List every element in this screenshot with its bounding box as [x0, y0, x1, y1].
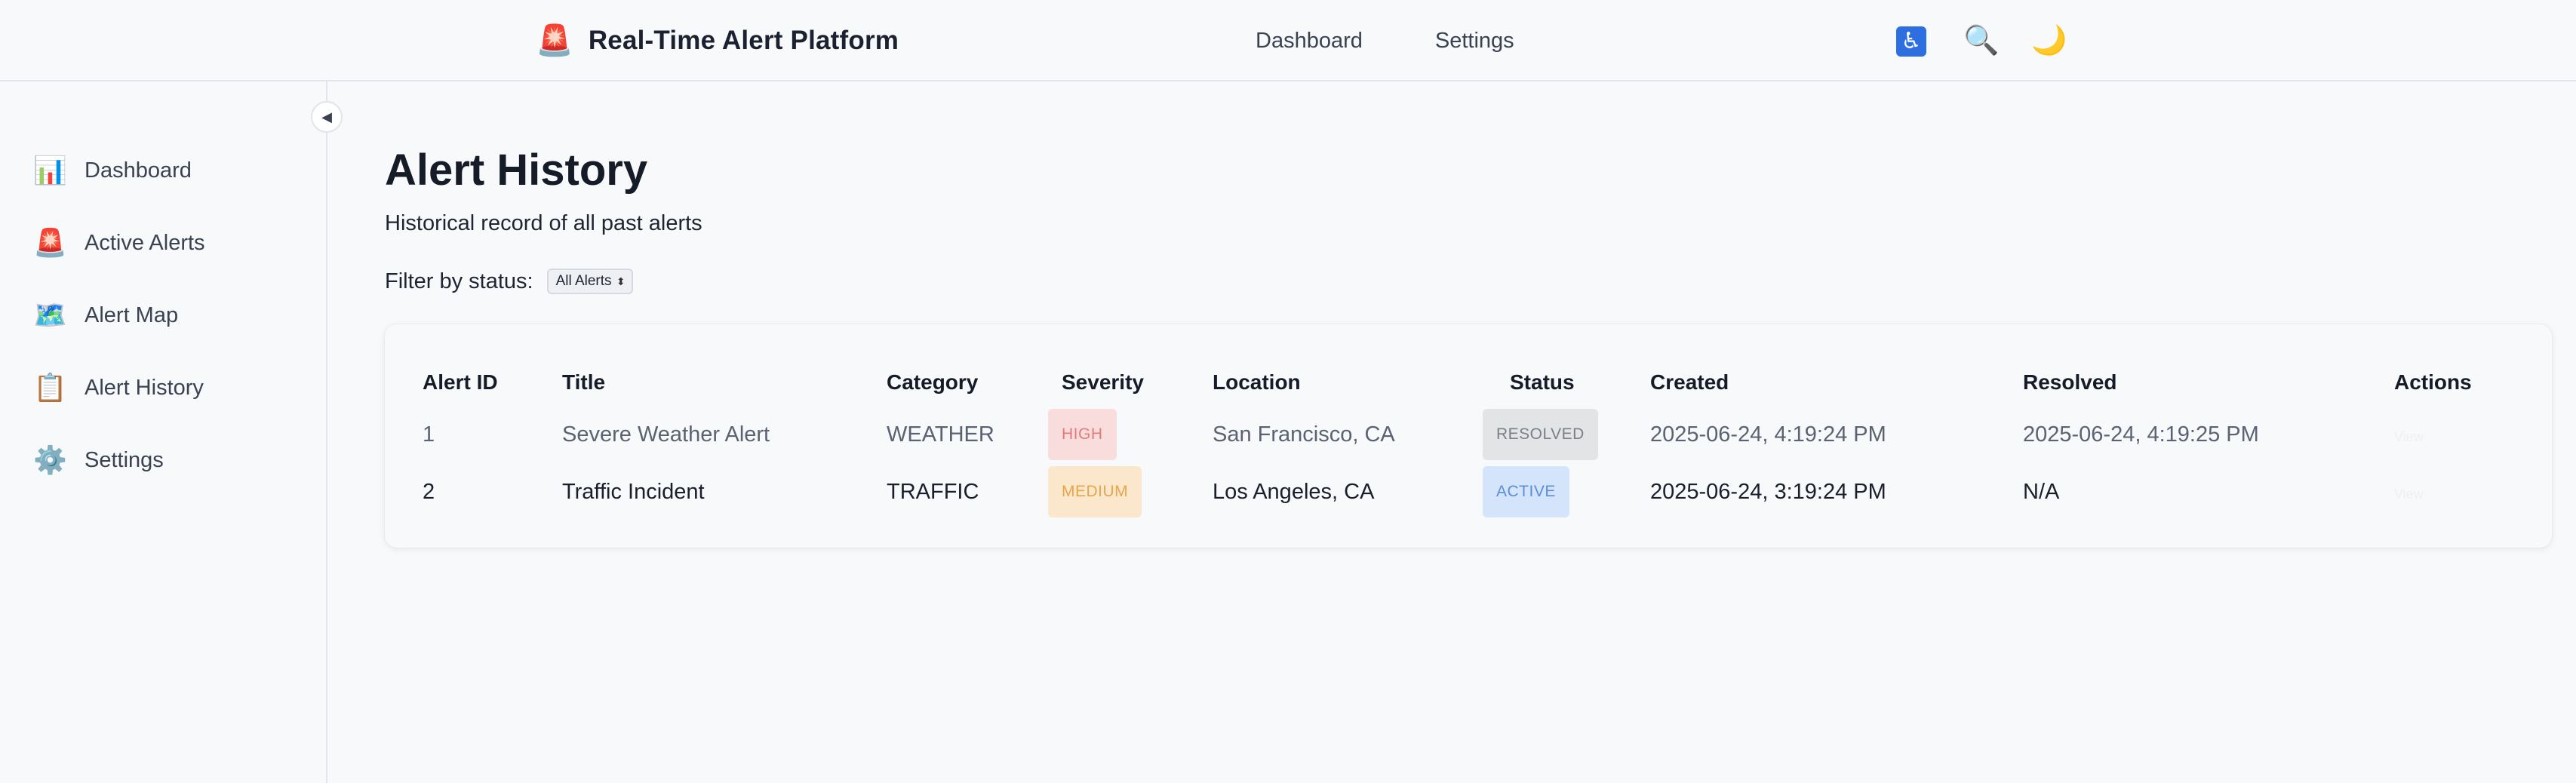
table-header-row: Alert ID Title Category Severity Locatio… — [423, 359, 2515, 406]
alert-category-cell: TRAFFIC — [887, 479, 979, 504]
status-filter: Filter by status: All Alerts ⬍ — [385, 269, 633, 294]
sidebar-item-alert-history[interactable]: 📋 Alert History — [33, 352, 205, 424]
sidebar-menu: 📊 Dashboard 🚨 Active Alerts 🗺️ Alert Map… — [33, 134, 205, 496]
sidebar-item-label: Active Alerts — [85, 230, 205, 255]
alert-id-cell: 1 — [423, 422, 435, 447]
alert-history-table: Alert ID Title Category Severity Locatio… — [423, 359, 2515, 520]
table-row[interactable]: 2 Traffic Incident TRAFFIC MEDIUM Los An… — [423, 463, 2515, 520]
app-title: Real-Time Alert Platform — [588, 26, 899, 55]
gear-icon: ⚙️ — [33, 444, 67, 475]
top-header: 🚨 Real-Time Alert Platform Dashboard Set… — [0, 0, 2576, 81]
view-button[interactable]: View — [2394, 487, 2424, 502]
filter-label: Filter by status: — [385, 269, 533, 293]
alert-location-cell: San Francisco, CA — [1213, 422, 1395, 447]
sidebar-item-alert-map[interactable]: 🗺️ Alert Map — [33, 279, 205, 352]
alert-status-cell: RESOLVED — [1483, 406, 1650, 463]
search-icon[interactable]: 🔍 — [1963, 26, 1999, 55]
status-filter-select[interactable]: All Alerts ⬍ — [546, 269, 633, 294]
severity-badge: HIGH — [1048, 409, 1117, 460]
column-header: Severity — [1062, 370, 1144, 394]
column-header: Location — [1213, 370, 1301, 394]
alert-id-cell: 2 — [423, 479, 435, 504]
column-header: Resolved — [2023, 370, 2117, 394]
alert-title-cell: Severe Weather Alert — [562, 422, 770, 447]
sidebar-item-settings[interactable]: ⚙️ Settings — [33, 424, 205, 496]
clipboard-icon: 📋 — [33, 372, 67, 403]
brand[interactable]: 🚨 Real-Time Alert Platform — [536, 21, 899, 60]
table-row[interactable]: 1 Severe Weather Alert WEATHER HIGH San … — [423, 406, 2515, 463]
column-header: Created — [1650, 370, 1729, 394]
column-header: Alert ID — [423, 370, 498, 394]
sidebar-collapse-button[interactable]: ◀ — [311, 101, 343, 133]
sidebar-item-active-alerts[interactable]: 🚨 Active Alerts — [33, 207, 205, 279]
severity-badge: MEDIUM — [1048, 466, 1142, 517]
sidebar-item-label: Settings — [85, 447, 164, 472]
siren-icon: 🚨 — [33, 227, 67, 258]
nav-dashboard-link[interactable]: Dashboard — [1256, 29, 1363, 54]
sidebar-item-label: Alert History — [85, 375, 204, 400]
accessibility-glyph: ♿ — [1896, 26, 1926, 57]
select-caret-icon: ⬍ — [616, 275, 626, 287]
map-icon: 🗺️ — [33, 299, 67, 330]
status-badge: ACTIVE — [1483, 466, 1569, 517]
alert-category-cell: WEATHER — [887, 422, 994, 447]
column-header: Category — [887, 370, 979, 394]
view-button[interactable]: View — [2394, 429, 2424, 444]
alert-location-cell: Los Angeles, CA — [1213, 479, 1375, 504]
column-header: Actions — [2394, 370, 2472, 394]
siren-icon: 🚨 — [536, 24, 573, 57]
column-header: Title — [562, 370, 606, 394]
sidebar-item-label: Alert Map — [85, 302, 179, 327]
column-header: Status — [1510, 370, 1575, 394]
alert-severity-cell: MEDIUM — [1048, 463, 1213, 520]
nav-settings-link[interactable]: Settings — [1435, 29, 1514, 54]
alert-resolved-cell: 2025-06-24, 4:19:25 PM — [2023, 422, 2259, 447]
sidebar-item-dashboard[interactable]: 📊 Dashboard — [33, 134, 205, 207]
alert-created-cell: 2025-06-24, 3:19:24 PM — [1650, 479, 1886, 504]
alert-resolved-cell: N/A — [2023, 479, 2060, 504]
alert-actions-cell: View — [2394, 463, 2515, 520]
alert-title-cell: Traffic Incident — [562, 479, 705, 504]
top-nav: Dashboard Settings — [1256, 23, 1514, 59]
filter-selected-value: All Alerts — [555, 273, 612, 289]
alert-created-cell: 2025-06-24, 4:19:24 PM — [1650, 422, 1886, 447]
sidebar-item-label: Dashboard — [85, 158, 192, 183]
dark-mode-toggle-icon[interactable]: 🌙 — [2031, 26, 2067, 55]
alert-actions-cell: View — [2394, 406, 2515, 463]
sidebar: 📊 Dashboard 🚨 Active Alerts 🗺️ Alert Map… — [0, 81, 327, 783]
alert-severity-cell: HIGH — [1048, 406, 1213, 463]
alerts-table-card: Alert ID Title Category Severity Locatio… — [385, 324, 2552, 548]
chevron-left-icon: ◀ — [321, 109, 332, 124]
page-subtitle: Historical record of all past alerts — [385, 211, 702, 235]
alert-status-cell: ACTIVE — [1483, 463, 1650, 520]
bar-chart-icon: 📊 — [33, 155, 67, 186]
status-badge: RESOLVED — [1483, 409, 1598, 460]
page-title: Alert History — [385, 146, 648, 195]
accessibility-icon[interactable]: ♿ — [1895, 25, 1927, 57]
header-actions: ♿ 🔍 🌙 — [1895, 21, 2067, 60]
